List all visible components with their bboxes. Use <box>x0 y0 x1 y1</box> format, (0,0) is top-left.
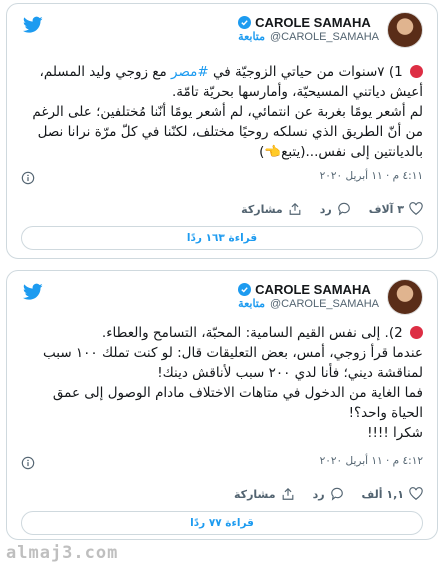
share-button[interactable]: مشاركة <box>234 487 295 501</box>
share-icon <box>282 487 293 500</box>
heart-icon <box>409 202 423 215</box>
tweet-card[interactable]: CAROLE SAMAHA متابعة @CAROLE_SAMAHA 1) ٧… <box>6 3 438 259</box>
tweet-text-part: ٧سنوات من حياتي الزوجيّة في <box>213 64 385 80</box>
tweet-author[interactable]: CAROLE SAMAHA متابعة @CAROLE_SAMAHA <box>238 279 423 315</box>
like-count: ٣ آلاف <box>368 202 404 216</box>
share-label: مشاركة <box>241 202 283 216</box>
author-display-name[interactable]: CAROLE SAMAHA <box>255 15 371 30</box>
tweet-author[interactable]: CAROLE SAMAHA متابعة @CAROLE_SAMAHA <box>238 12 423 48</box>
verified-badge-icon <box>238 16 252 29</box>
reply-bubble-icon <box>330 487 343 501</box>
reply-bubble-icon <box>337 202 350 216</box>
tweet-timestamp[interactable]: ٤:١١ م · ١١ أبريل ٢٠٢٠ <box>320 170 423 182</box>
like-button[interactable]: ١,١ ألف <box>362 487 423 501</box>
like-button[interactable]: ٣ آلاف <box>369 202 423 216</box>
red-circle-icon <box>410 326 423 339</box>
read-replies-button[interactable]: قراءة ٧٧ ردًا <box>21 511 423 535</box>
share-icon <box>289 202 301 215</box>
author-display-name[interactable]: CAROLE SAMAHA <box>255 282 371 297</box>
read-replies-button[interactable]: قراءة ١٦٣ ردًا <box>21 226 423 250</box>
twitter-bird-icon[interactable] <box>23 283 43 301</box>
share-label: مشاركة <box>234 487 276 501</box>
like-count: ١,١ ألف <box>361 487 404 501</box>
info-icon[interactable] <box>21 456 35 470</box>
timestamp-text[interactable]: ٤:١٢ م · ١١ أبريل ٢٠٢٠ <box>320 455 423 467</box>
reply-label: رد <box>319 202 332 216</box>
tweet-text-part: شكرا !!!! <box>367 425 423 441</box>
avatar[interactable] <box>387 279 423 315</box>
avatar[interactable] <box>387 12 423 48</box>
tweet-text-part: لم أشعر يومًا بغربة عن انتمائي، لم أشعر … <box>32 104 423 160</box>
hashtag-link[interactable]: #مصر <box>171 64 209 80</box>
verified-badge-icon <box>238 283 252 296</box>
tweet-actions: ١,١ ألف رد مشاركة <box>21 487 423 501</box>
reply-button[interactable]: رد <box>320 202 351 216</box>
author-handle[interactable]: @CAROLE_SAMAHA <box>270 30 379 45</box>
site-watermark: almaj3.com <box>6 543 119 563</box>
timestamp-text[interactable]: ٤:١١ م · ١١ أبريل ٢٠٢٠ <box>320 170 423 182</box>
heart-icon <box>409 487 423 500</box>
tweet-text: 1) ٧سنوات من حياتي الزوجيّة في #مصر مع ز… <box>21 62 423 162</box>
tweet-actions: ٣ آلاف رد مشاركة <box>21 202 423 216</box>
follow-button[interactable]: متابعة <box>238 297 265 312</box>
reply-label: رد <box>312 487 325 501</box>
tweet-text: 2). إلى نفس القيم السامية: المحبّة، التس… <box>21 323 423 443</box>
twitter-bird-icon[interactable] <box>23 16 43 34</box>
tweet-text-part: عندما قرأ زوجي، أمس، بعض التعليقات قال: … <box>42 345 423 381</box>
tweet-number: 1) <box>388 64 403 80</box>
follow-button[interactable]: متابعة <box>238 30 265 45</box>
tweet-number: 2). <box>384 325 403 341</box>
tweet-timestamp[interactable]: ٤:١٢ م · ١١ أبريل ٢٠٢٠ <box>320 455 423 467</box>
red-circle-icon <box>410 65 423 78</box>
share-button[interactable]: مشاركة <box>241 202 302 216</box>
reply-button[interactable]: رد <box>313 487 344 501</box>
tweet-text-part: إلى نفس القيم السامية: المحبّة، التسامح … <box>101 325 381 341</box>
author-handle[interactable]: @CAROLE_SAMAHA <box>270 297 379 312</box>
info-icon[interactable] <box>21 171 35 185</box>
tweet-card[interactable]: CAROLE SAMAHA متابعة @CAROLE_SAMAHA 2). … <box>6 270 438 540</box>
tweet-text-part: فما الغاية من الدخول في متاهات الاختلاف … <box>52 385 423 421</box>
